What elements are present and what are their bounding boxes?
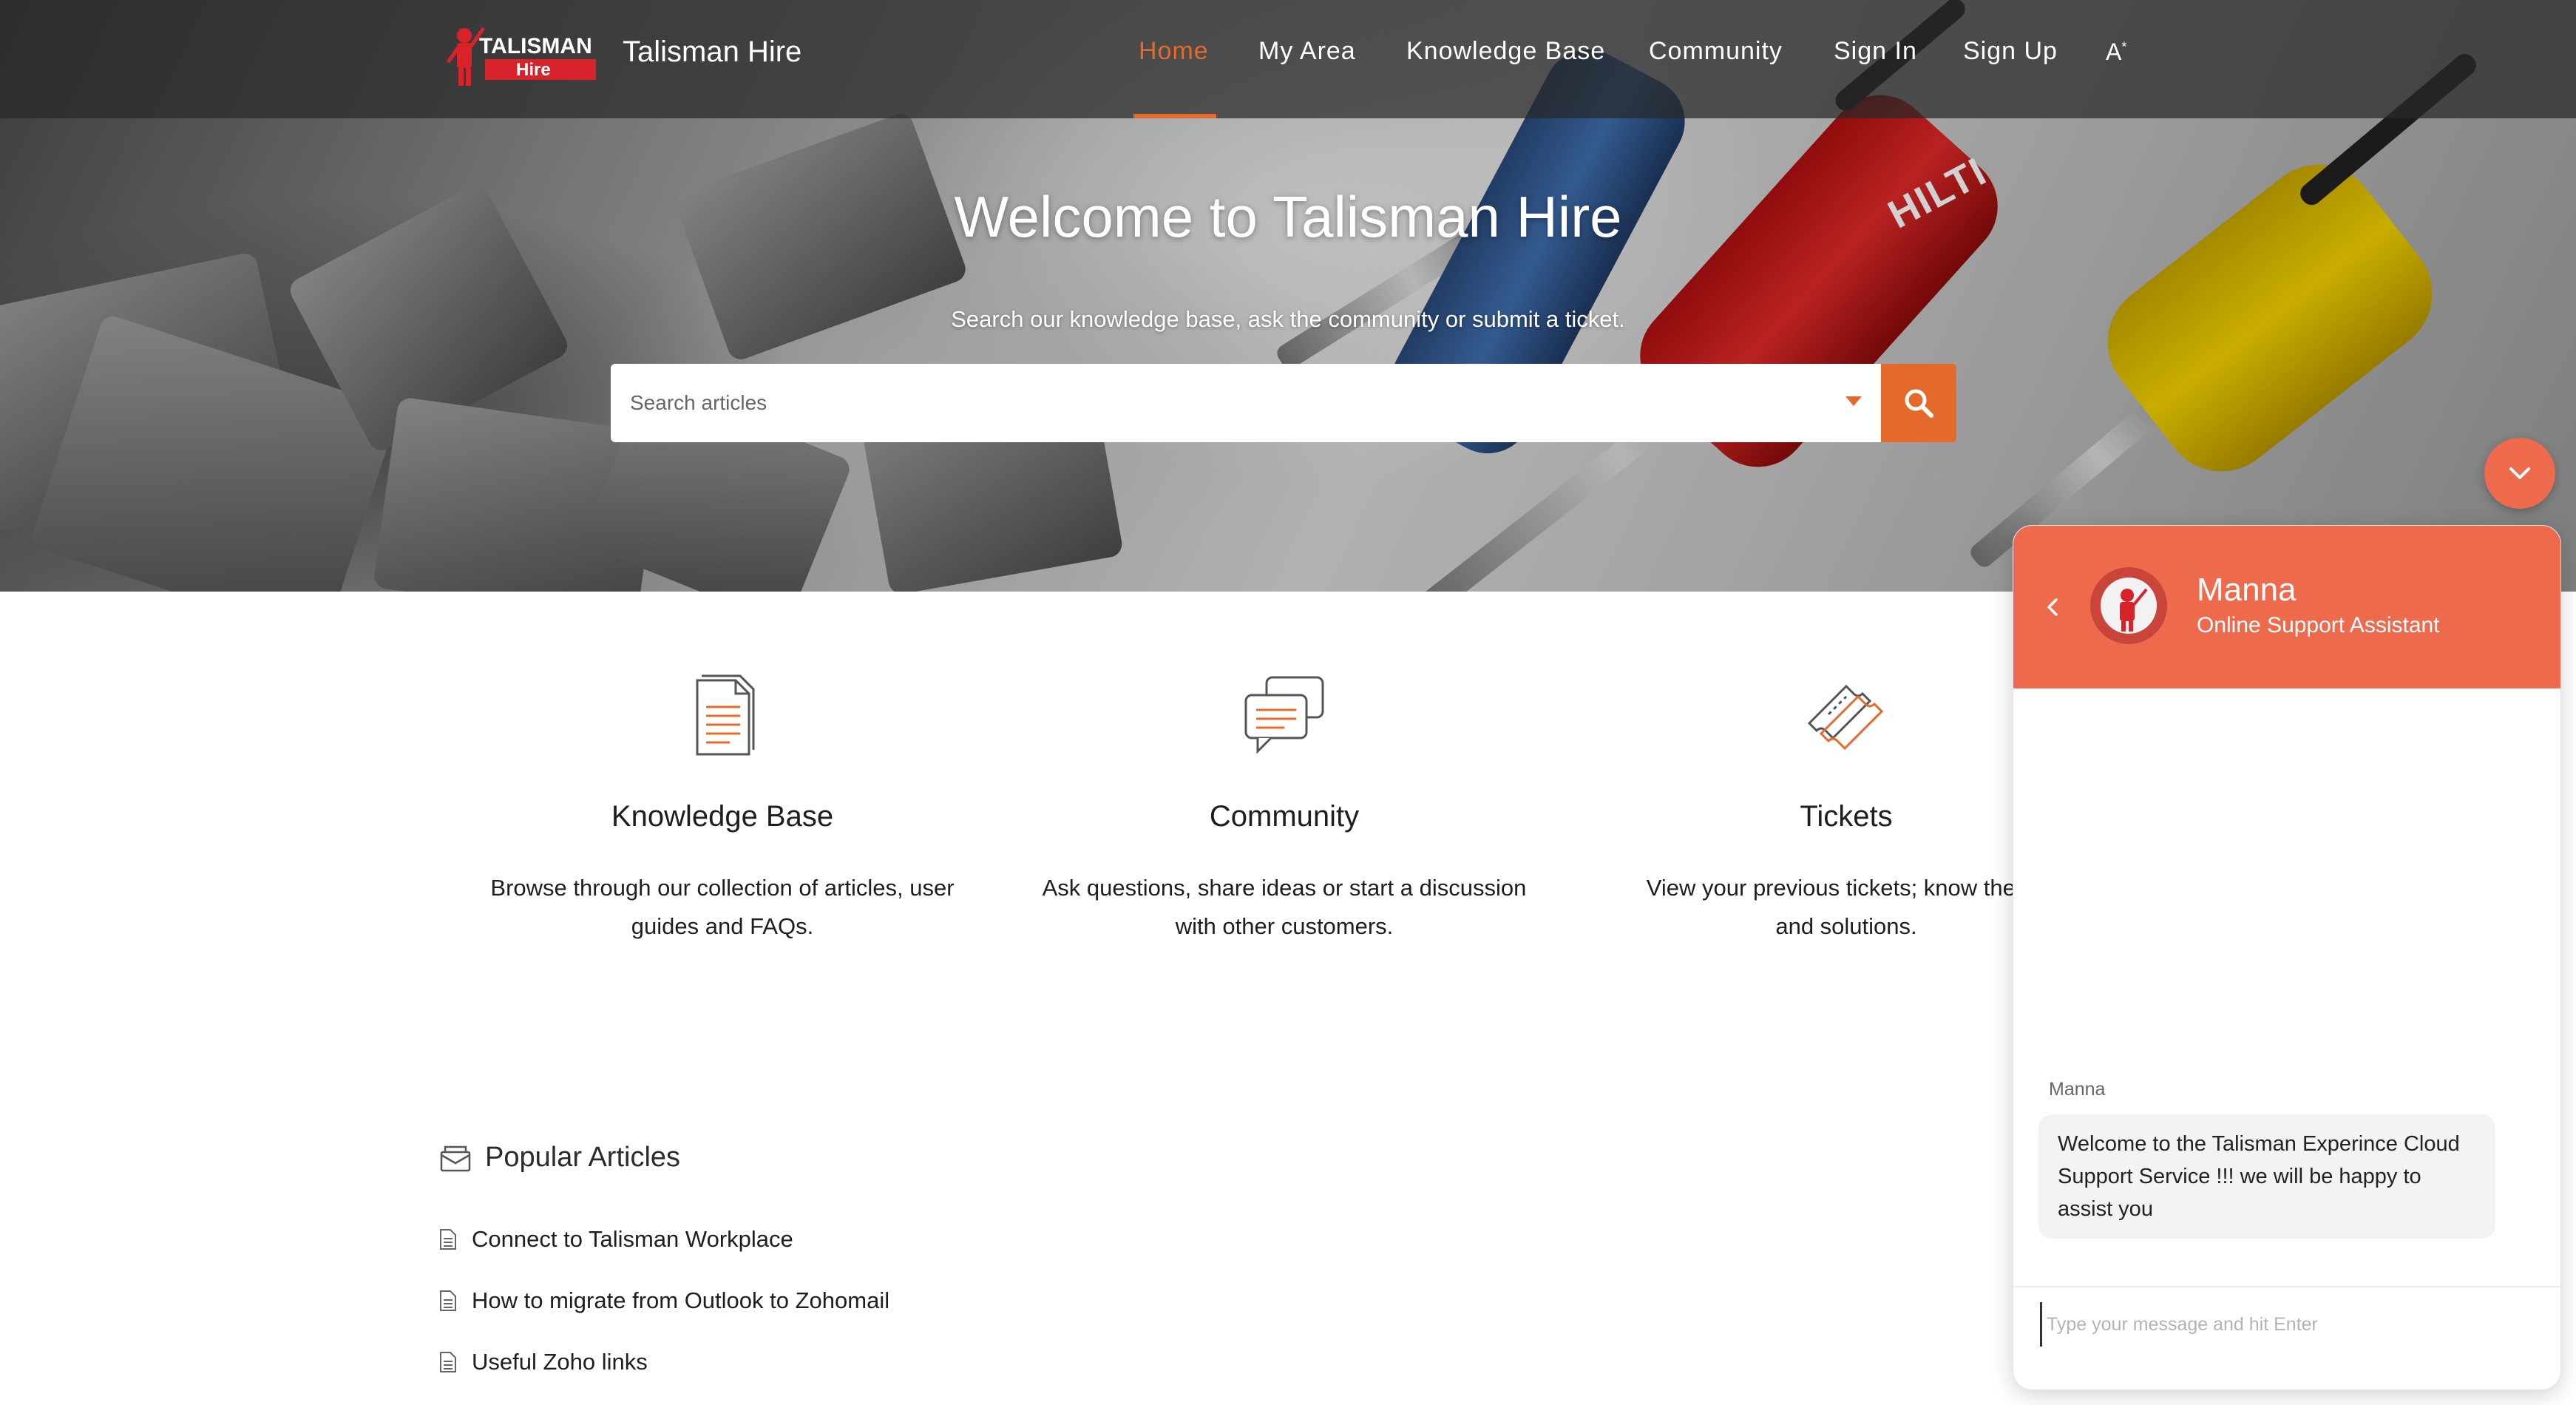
feature-community[interactable]: Community Ask questions, share ideas or … xyxy=(1026,666,1543,946)
talisman-logo[interactable]: TALISMAN Hire xyxy=(442,19,602,90)
article-title[interactable]: Useful Zoho links xyxy=(472,1349,648,1375)
feature-title: Community xyxy=(1209,800,1360,833)
article-document-icon xyxy=(440,1352,456,1372)
mascot-icon xyxy=(446,27,486,86)
feature-description-line: with other customers. xyxy=(1175,913,1394,939)
chat-divider xyxy=(2013,1286,2560,1287)
hero-title: Welcome to Talisman Hire xyxy=(954,184,1622,249)
feature-description-line: Ask questions, share ideas or start a di… xyxy=(1042,875,1527,901)
avatar xyxy=(2090,567,2167,644)
site-name[interactable]: Talisman Hire xyxy=(623,35,801,69)
nav-knowledge-base[interactable]: Knowledge Base xyxy=(1406,37,1605,66)
feature-description-line: guides and FAQs. xyxy=(631,913,814,939)
logo-text: TALISMAN xyxy=(479,34,592,58)
chat-header: Manna Online Support Assistant xyxy=(2013,526,2560,688)
article-title[interactable]: Connect to Talisman Workplace xyxy=(472,1226,793,1253)
search-icon xyxy=(1905,389,1933,418)
message-sender-label: Manna xyxy=(2049,1079,2106,1100)
article-title[interactable]: How to migrate from Outlook to Zohomail xyxy=(472,1287,889,1314)
popular-articles-title: Popular Articles xyxy=(485,1142,681,1173)
text-size-icon[interactable]: A* xyxy=(2106,38,2126,66)
search-category-dropdown-icon[interactable] xyxy=(1845,396,1862,406)
nav-home[interactable]: Home xyxy=(1139,37,1209,66)
feature-description: Ask questions, share ideas or start a di… xyxy=(1026,869,1543,946)
search-input[interactable] xyxy=(630,364,1798,442)
feature-description-line: View your previous tickets; know their s xyxy=(1646,875,2047,901)
logo-subtext: Hire xyxy=(516,60,551,80)
chat-agent-name: Manna xyxy=(2197,572,2297,608)
hero-subtitle: Search our knowledge base, ask the commu… xyxy=(951,306,1625,332)
nav-sign-up[interactable]: Sign Up xyxy=(1963,37,2058,66)
article-document-icon xyxy=(440,1229,456,1250)
chevron-down-icon xyxy=(2509,467,2530,479)
chat-message-input[interactable] xyxy=(2040,1302,2535,1347)
search-bar xyxy=(611,364,1881,442)
popular-articles-header: Popular Articles xyxy=(439,1142,680,1174)
nav-sign-in[interactable]: Sign In xyxy=(1834,37,1917,66)
mascot-avatar-icon xyxy=(2101,578,2157,634)
active-nav-indicator xyxy=(1133,114,1216,118)
feature-description-line: and solutions. xyxy=(1775,913,1917,939)
feature-knowledge-base[interactable]: Knowledge Base Browse through our collec… xyxy=(464,666,981,946)
chat-message-bubble: Welcome to the Talisman Experince Cloud … xyxy=(2038,1114,2495,1239)
chat-minimize-button[interactable] xyxy=(2484,438,2555,509)
chat-bubbles-icon xyxy=(1244,676,1324,754)
nav-my-area[interactable]: My Area xyxy=(1258,37,1356,66)
feature-description: Browse through our collection of article… xyxy=(464,869,981,946)
ticket-icon xyxy=(1807,684,1884,751)
article-document-icon xyxy=(440,1290,456,1311)
archive-box-icon xyxy=(440,1145,471,1171)
nav-community[interactable]: Community xyxy=(1649,37,1783,66)
popular-article-link[interactable]: Connect to Talisman Workplace xyxy=(439,1226,793,1253)
popular-article-link[interactable]: Useful Zoho links xyxy=(439,1349,648,1375)
search-button[interactable] xyxy=(1881,364,1956,442)
top-navigation-bar: TALISMAN Hire Talisman Hire Home My Area… xyxy=(0,0,2576,118)
chevron-left-icon[interactable] xyxy=(2043,594,2061,620)
chat-widget: Manna Online Support Assistant Manna Wel… xyxy=(2013,525,2561,1390)
chat-agent-role: Online Support Assistant xyxy=(2197,613,2440,637)
feature-description-line: Browse through our collection of article… xyxy=(490,875,955,901)
popular-article-link[interactable]: How to migrate from Outlook to Zohomail xyxy=(439,1287,889,1314)
document-icon xyxy=(696,674,755,756)
feature-title: Knowledge Base xyxy=(611,800,834,833)
